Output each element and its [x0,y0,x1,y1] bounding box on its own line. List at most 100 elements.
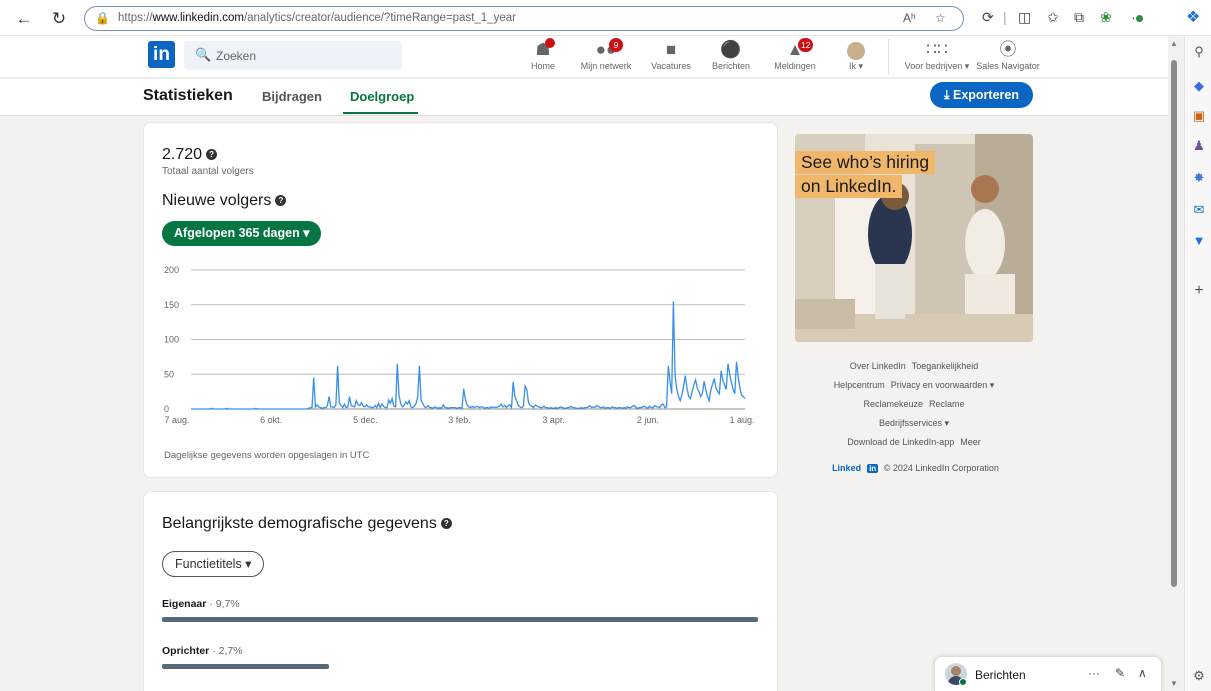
outlook-icon[interactable]: ✉ [1191,202,1207,218]
footer-link-help[interactable]: Helpcentrum [834,380,885,390]
y-tick-label: 150 [164,300,179,310]
demographic-bar-eigenaar [162,617,758,622]
analytics-subheader: Statistieken Bijdragen Doelgroep ⤓ Expor… [0,79,1168,116]
edge-copilot-icon[interactable]: ❖ [1186,7,1200,27]
scroll-thumb[interactable] [1171,60,1177,587]
ad-headline-2: on LinkedIn. [795,175,903,198]
x-tick-label: 3 feb. [448,415,471,425]
messaging-title: Berichten [975,668,1026,682]
footer-link-advertising[interactable]: Reclame [929,399,965,409]
people-icon[interactable]: ♟ [1191,138,1207,154]
grid-icon: ∷∷ [926,40,948,59]
footer-row-1: Over LinkedIn Toegankelijkheid [795,361,1033,371]
demographic-label-eigenaar: Eigenaar · 9,7% [162,598,240,610]
new-followers-title: Nieuwe volgers? [162,192,287,210]
settings-gear-icon[interactable]: ⚙ [1191,668,1207,684]
collapse-icon[interactable]: ∧ [1138,666,1147,680]
linkedin-ad[interactable]: See who’s hiring on LinkedIn. [795,134,1033,342]
page-scrollbar[interactable]: ▲ ▼ [1168,36,1182,691]
browser-toolbar: ← ↻ 🔒 https://www.linkedin.com/analytics… [0,0,1211,36]
split-screen-icon[interactable]: ◫ [1018,9,1031,26]
nav-sales-navigator[interactable]: ⦿ Sales Navigator [976,39,1040,77]
nav-mijn-netwerk[interactable]: ●● 9 Mijn netwerk [578,38,634,77]
help-icon[interactable]: ? [275,195,287,207]
total-followers: 2.720? [162,146,218,164]
time-range-dropdown[interactable]: Afgelopen 365 dagen ▾ [162,221,322,246]
collections-icon[interactable]: ⧉ [1074,9,1084,26]
footer-row-2: Helpcentrum Privacy en voorwaarden ▾ [795,380,1033,391]
y-tick-label: 100 [164,335,179,345]
nav-divider [888,39,889,75]
footer-copyright: Linked in © 2024 LinkedIn Corporation [795,463,1033,473]
tab-bijdragen[interactable]: Bijdragen [262,89,322,104]
search-input[interactable]: 🔍 Zoeken [184,41,402,70]
extensions-menu-icon[interactable]: · [1131,9,1143,25]
scroll-up-arrow-icon[interactable]: ▲ [1170,39,1178,48]
active-tab-underline [343,112,418,114]
address-bar[interactable]: 🔒 https://www.linkedin.com/analytics/cre… [84,6,964,31]
y-tick-label: 0 [164,404,169,414]
footer-link-more[interactable]: Meer [960,437,981,447]
ad-headline-1: See who’s hiring [795,151,936,174]
job-title-filter[interactable]: Functietitels ▾ [162,551,265,577]
linkedin-logo[interactable]: in [148,41,175,68]
demographic-bar-oprichter [162,664,329,669]
x-tick-label: 1 aug. [729,415,754,425]
home-icon: ☗ [528,38,558,61]
demographics-card: Belangrijkste demografische gegevens? Fu… [143,491,778,691]
search-icon[interactable]: ⚲ [1191,44,1207,60]
messaging-icon: ⚫ [720,40,742,59]
scroll-down-arrow-icon[interactable]: ▼ [1170,679,1178,688]
footer-link-ad-choices[interactable]: Reclamekeuze [863,399,923,409]
edge-sidebar: ⚲ ◆ ▣ ♟ ✸ ✉ ▼ + ⚙ [1184,36,1211,691]
nav-ik[interactable]: Ik ▾ [845,39,867,77]
x-tick-label: 6 okt. [260,415,282,425]
games-icon[interactable]: ✸ [1191,170,1207,186]
url-text[interactable]: https://www.linkedin.com/analytics/creat… [118,12,516,24]
extension-icon[interactable]: ❀ [1100,9,1112,26]
footer-link-accessibility[interactable]: Toegankelijkheid [912,361,979,371]
more-options-icon[interactable]: ··· [1088,666,1100,680]
compose-icon[interactable]: ✎ [1115,666,1125,680]
footer-link-about[interactable]: Over LinkedIn [850,361,906,371]
footer-link-privacy[interactable]: Privacy en voorwaarden ▾ [891,380,995,390]
nav-berichten[interactable]: ⚫ Berichten [709,39,753,77]
x-tick-label: 3 apr. [542,415,565,425]
tag-icon[interactable]: ◆ [1191,78,1207,94]
y-tick-label: 50 [164,369,174,379]
nav-home[interactable]: ☗ Home [528,38,558,77]
total-followers-label: Totaal aantal volgers [162,166,254,177]
favorite-star-icon[interactable]: ☆ [935,11,946,25]
utc-note: Dagelijkse gegevens worden opgeslagen in… [164,450,370,461]
search-icon: 🔍 [195,47,212,62]
avatar [845,39,867,61]
y-tick-label: 200 [164,265,179,275]
nav-voor-bedrijven[interactable]: ∷∷ Voor bedrijven ▾ [900,39,974,77]
read-aloud-icon[interactable]: Aʰ [903,11,916,25]
export-button[interactable]: ⤓ Exporteren [930,82,1033,108]
back-arrow-icon[interactable]: ← [13,8,35,30]
messaging-overlay[interactable]: Berichten ··· ✎ ∧ [934,656,1162,691]
copilot-icon[interactable]: ⟳ [982,9,994,26]
bell-icon: ▲ 12 [772,38,818,61]
help-icon[interactable]: ? [440,518,452,530]
x-tick-label: 7 aug. [164,415,189,425]
network-icon: ●● 9 [578,38,634,61]
demographic-label-oprichter: Oprichter · 2,7% [162,645,243,657]
page-title: Statistieken [143,87,233,104]
x-tick-label: 5 dec. [353,415,378,425]
add-icon[interactable]: + [1191,283,1207,299]
footer-link-download-app[interactable]: Download de LinkedIn-app [847,437,954,447]
footer-link-business-services[interactable]: Bedrijfsservices ▾ [879,418,949,428]
nav-vacatures[interactable]: ■ Vacatures [649,39,693,77]
help-icon[interactable]: ? [206,149,218,161]
tab-doelgroep[interactable]: Doelgroep [350,89,414,104]
shopping-icon[interactable]: ▣ [1191,108,1207,124]
nav-meldingen[interactable]: ▲ 12 Meldingen [772,38,818,77]
toolbar-divider: | [1003,9,1007,25]
favorites-icon[interactable]: ✩ [1047,9,1059,26]
refresh-icon[interactable]: ↻ [48,8,70,30]
drop-icon[interactable]: ▼ [1191,233,1207,249]
chart-series-line [191,301,746,410]
footer-row-3: Reclamekeuze Reclame [795,399,1033,409]
